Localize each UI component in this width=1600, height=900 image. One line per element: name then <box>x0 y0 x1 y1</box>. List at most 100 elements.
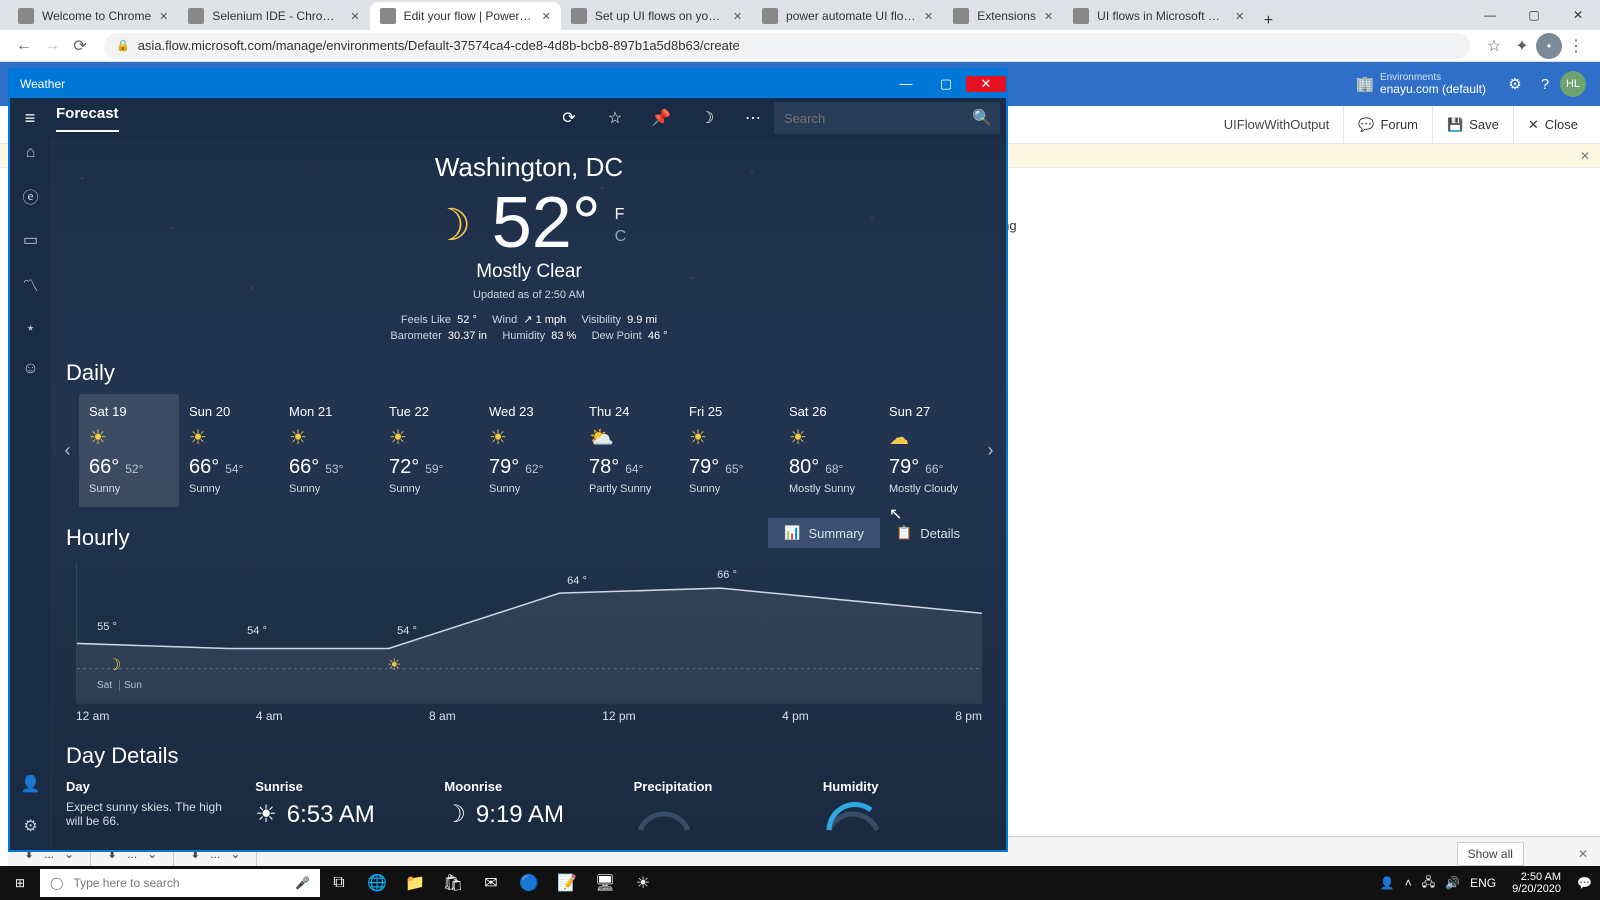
daily-card[interactable]: Sat 19☀66°52°Sunny <box>79 394 179 507</box>
daily-card[interactable]: Thu 24⛅78°64°Partly Sunny <box>579 394 679 507</box>
tab-close-icon[interactable]: ✕ <box>1235 10 1244 23</box>
tray-network-icon[interactable]: 🖧 <box>1422 873 1435 894</box>
user-badge[interactable]: HL <box>1560 71 1586 97</box>
browser-tab[interactable]: Welcome to Chrome✕ <box>8 2 178 30</box>
save-button[interactable]: 💾Save <box>1432 106 1513 143</box>
daily-next-arrow[interactable]: › <box>979 440 1002 461</box>
task-view-icon[interactable]: ⧉ <box>320 874 358 892</box>
tray-sound-icon[interactable]: 🔊 <box>1445 876 1460 890</box>
tab-close-icon[interactable]: ✕ <box>924 10 933 23</box>
daily-heading: Daily <box>66 360 1006 386</box>
weather-search[interactable]: 🔍 <box>774 102 1000 134</box>
environment-picker[interactable]: Environments enayu.com (default) <box>1380 72 1486 96</box>
taskbar-search[interactable]: ◯ Type here to search 🎤 <box>40 869 320 897</box>
night-mode-icon[interactable]: ☽ <box>686 108 728 128</box>
weather-titlebar[interactable]: Weather — ▢ ✕ <box>10 70 1006 98</box>
moon-icon: ☽ <box>432 200 478 246</box>
weather-icon: ☁ <box>889 425 969 450</box>
search-input[interactable] <box>774 111 964 126</box>
environment-icon[interactable]: 🏢 <box>1350 75 1380 93</box>
daily-card[interactable]: Fri 25☀79°65°Sunny <box>679 394 779 507</box>
tab-close-icon[interactable]: ✕ <box>159 10 168 23</box>
maximize-button[interactable]: ▢ <box>1512 0 1556 30</box>
details-button[interactable]: 📋Details <box>880 518 976 548</box>
unit-c[interactable]: C <box>615 228 627 246</box>
unit-toggle[interactable]: F C <box>615 206 627 246</box>
bookmark-icon[interactable]: ☆ <box>1480 32 1508 60</box>
tab-close-icon[interactable]: ✕ <box>1044 10 1053 23</box>
daily-card[interactable]: Wed 23☀79°62°Sunny <box>479 394 579 507</box>
profile-avatar[interactable]: • <box>1536 33 1562 59</box>
settings-app-icon[interactable]: 🖥 <box>586 873 624 893</box>
explorer-icon[interactable]: 📁 <box>396 873 434 893</box>
unit-f[interactable]: F <box>615 206 627 224</box>
sidebar-feedback-icon[interactable]: ☺ <box>22 360 38 378</box>
browser-tab[interactable]: power automate UI flow require ✕ <box>752 2 943 30</box>
daily-card[interactable]: Mon 21☀66°53°Sunny <box>279 394 379 507</box>
favorite-icon[interactable]: ☆ <box>594 108 636 128</box>
browser-tab[interactable]: Selenium IDE - Chrome Web Sto✕ <box>178 2 369 30</box>
edge-icon[interactable]: 🌐 <box>358 873 396 893</box>
browser-tab[interactable]: Set up UI flows on your device -✕ <box>561 2 752 30</box>
weather-maximize-button[interactable]: ▢ <box>926 76 966 92</box>
address-bar[interactable]: 🔒 asia.flow.microsoft.com/manage/environ… <box>104 33 1470 59</box>
sidebar-chart-icon[interactable]: 〽 <box>22 272 38 296</box>
show-all-downloads[interactable]: Show all <box>1457 842 1524 866</box>
flow-name[interactable]: UIFlowWithOutput <box>1210 106 1343 143</box>
tab-label: power automate UI flow require <box>786 9 916 23</box>
tray-up-icon[interactable]: ˄ <box>1405 876 1412 890</box>
weather-taskbar-icon[interactable]: ☀ <box>624 873 662 893</box>
forward-button[interactable]: → <box>38 32 66 60</box>
close-window-button[interactable]: ✕ <box>1556 0 1600 30</box>
tab-close-icon[interactable]: ✕ <box>733 10 742 23</box>
hamburger-icon[interactable]: ≡ <box>10 108 50 129</box>
search-icon[interactable]: 🔍 <box>964 108 1000 128</box>
tray-people-icon[interactable]: 👤 <box>1380 876 1395 890</box>
sidebar-places-icon[interactable]: ⋆ <box>25 318 35 338</box>
tray-lang[interactable]: ENG <box>1470 876 1496 890</box>
sidebar-account-icon[interactable]: 👤 <box>21 774 41 794</box>
forum-button[interactable]: 💬Forum <box>1343 106 1432 143</box>
back-button[interactable]: ← <box>10 32 38 60</box>
pin-icon[interactable]: 📌 <box>640 108 682 128</box>
more-icon[interactable]: ⋯ <box>732 108 774 128</box>
extensions-icon[interactable]: ✦ <box>1508 32 1536 60</box>
taskbar-clock[interactable]: 2:50 AM 9/20/2020 <box>1506 871 1567 895</box>
new-tab-button[interactable]: + <box>1254 12 1282 30</box>
sidebar-home-icon[interactable]: ⌂ <box>26 144 36 162</box>
refresh-icon[interactable]: ⟳ <box>548 108 590 128</box>
weather-window: Weather — ▢ ✕ ≡ Forecast ⟳ ☆ 📌 ☽ ⋯ 🔍 ⌂ ⓔ… <box>8 68 1008 852</box>
downloads-close-icon[interactable]: ✕ <box>1578 847 1588 861</box>
save-icon: 💾 <box>1447 117 1463 133</box>
weather-close-button[interactable]: ✕ <box>966 76 1006 92</box>
sidebar-settings-icon[interactable]: ⚙ <box>23 816 37 836</box>
chrome-icon[interactable]: 🔵 <box>510 873 548 893</box>
close-button[interactable]: ✕Close <box>1513 106 1592 143</box>
sidebar-map-icon[interactable]: ⓔ <box>22 184 38 208</box>
mail-icon[interactable]: ✉ <box>472 873 510 893</box>
reload-button[interactable]: ⟳ <box>66 32 94 60</box>
browser-tab[interactable]: Extensions✕ <box>943 2 1063 30</box>
summary-button[interactable]: 📊Summary <box>768 518 880 548</box>
daily-prev-arrow[interactable]: ‹ <box>56 440 79 461</box>
chrome-menu-icon[interactable]: ⋮ <box>1562 32 1590 60</box>
daily-card[interactable]: Sun 27☁79°66°Mostly Cloudy <box>879 394 979 507</box>
weather-minimize-button[interactable]: — <box>886 76 926 92</box>
notifications-icon[interactable]: 💬 <box>1577 876 1592 890</box>
store-icon[interactable]: 🛍 <box>434 873 472 893</box>
minimize-button[interactable]: — <box>1468 0 1512 30</box>
daily-card[interactable]: Sat 26☀80°68°Mostly Sunny <box>779 394 879 507</box>
info-close-icon[interactable]: ✕ <box>1580 149 1590 163</box>
daily-card[interactable]: Sun 20☀66°54°Sunny <box>179 394 279 507</box>
daily-card[interactable]: Tue 22☀72°59°Sunny <box>379 394 479 507</box>
sidebar-history-icon[interactable]: ▭ <box>23 230 38 250</box>
tab-close-icon[interactable]: ✕ <box>350 10 359 23</box>
notepad-icon[interactable]: 📝 <box>548 873 586 893</box>
help-icon[interactable]: ? <box>1530 76 1560 93</box>
browser-tab[interactable]: Edit your flow | Power Automate✕ <box>370 2 561 30</box>
forecast-tab[interactable]: Forecast <box>56 105 119 132</box>
tab-close-icon[interactable]: ✕ <box>542 10 551 23</box>
browser-tab[interactable]: UI flows in Microsoft Power Auto✕ <box>1063 2 1254 30</box>
settings-icon[interactable]: ⚙ <box>1500 75 1530 93</box>
start-button[interactable]: ⊞ <box>0 876 40 890</box>
